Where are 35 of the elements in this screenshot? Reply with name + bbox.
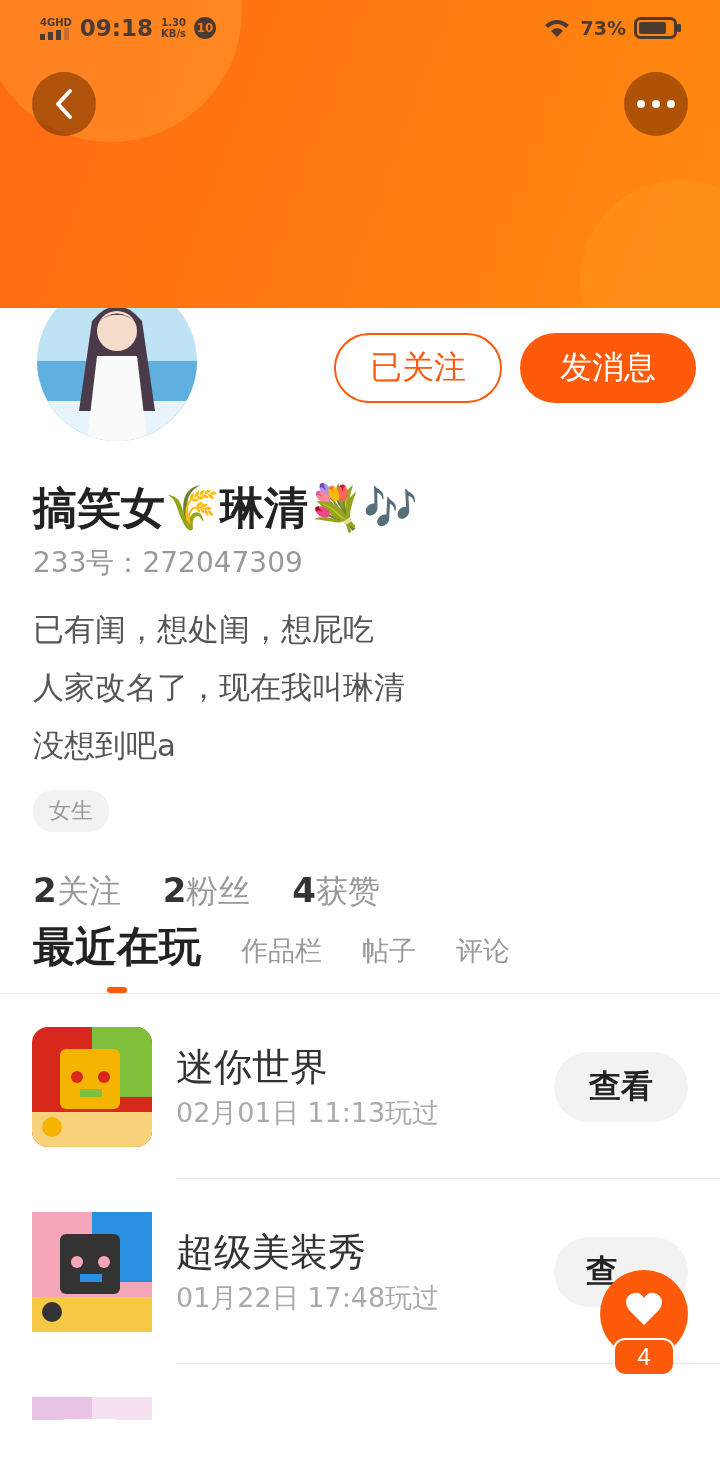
following-button[interactable]: 已关注 xyxy=(334,333,502,403)
more-icon xyxy=(636,100,676,108)
gender-tag: 女生 xyxy=(33,790,109,832)
battery-icon xyxy=(634,17,682,39)
back-icon xyxy=(54,88,74,120)
stat-label[interactable]: 关注 xyxy=(56,870,121,914)
stat-label[interactable]: 粉丝 xyxy=(186,870,251,914)
user-name: 搞笑女🌾琳清💐🎶 xyxy=(33,481,419,535)
game-title: 超级美装秀 xyxy=(176,1229,367,1276)
bio-line: 没想到吧a xyxy=(33,726,177,765)
bio-line: 人家改名了，现在我叫琳清 xyxy=(33,668,406,707)
stat-count: 2 xyxy=(33,870,57,910)
user-id: 233号：272047309 xyxy=(33,545,304,581)
speed-unit: KB/s xyxy=(161,28,187,39)
battery-percent: 73% xyxy=(580,17,626,39)
speed-value: 1.30 xyxy=(161,17,186,28)
played-time: 02月01日 11:13玩过 xyxy=(176,1096,441,1130)
tab[interactable]: 作品栏 xyxy=(241,933,322,993)
message-button[interactable]: 发消息 xyxy=(520,333,696,403)
tab[interactable]: 帖子 xyxy=(362,933,416,993)
network-type: 4GHD xyxy=(40,16,72,28)
game-title: 迷你世界 xyxy=(176,1044,329,1091)
tab[interactable]: 最近在玩 xyxy=(33,919,201,993)
stat-label[interactable]: 获赞 xyxy=(316,870,380,914)
notification-badge: 10 xyxy=(194,17,217,39)
view-button[interactable]: 查看 xyxy=(554,1051,688,1122)
heart-icon xyxy=(625,1292,663,1326)
clock-time: 09:18 xyxy=(79,15,154,41)
stat-count: 4 xyxy=(292,870,316,910)
tab-indicator xyxy=(107,987,127,993)
signal-icon xyxy=(40,27,70,40)
played-time: 01月22日 17:48玩过 xyxy=(176,1281,441,1315)
tab[interactable]: 评论 xyxy=(456,933,510,993)
bio-line: 已有闺，想处闺，想屁吃 xyxy=(33,610,375,649)
stat-count: 2 xyxy=(162,870,187,910)
